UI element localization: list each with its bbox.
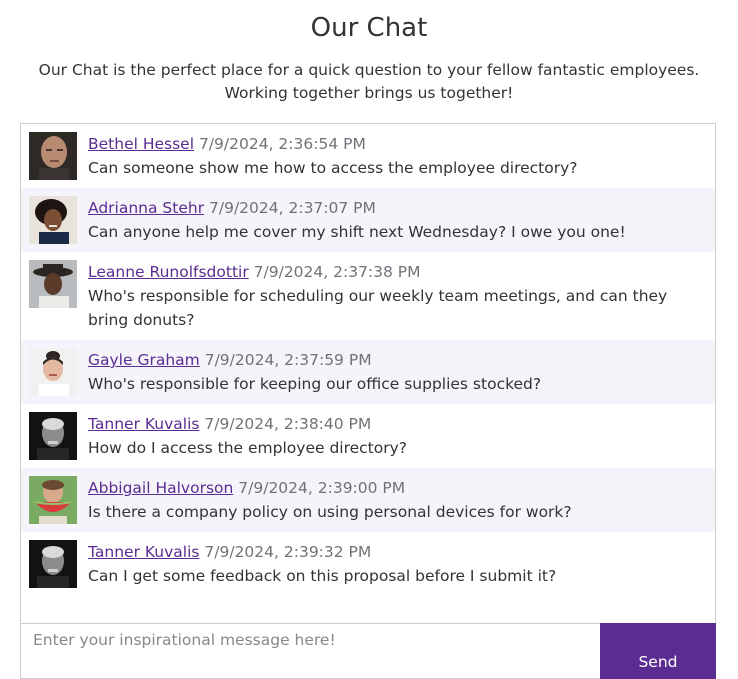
- author-link[interactable]: Tanner Kuvalis: [88, 415, 199, 433]
- author-link[interactable]: Bethel Hessel: [88, 135, 194, 153]
- chat-message: Leanne Runolfsdottir 7/9/2024, 2:37:38 P…: [21, 252, 715, 340]
- author-link[interactable]: Adrianna Stehr: [88, 199, 204, 217]
- person-photo-icon: [29, 348, 77, 396]
- message-composer: Send: [20, 623, 716, 679]
- author-link[interactable]: Gayle Graham: [88, 351, 200, 369]
- chat-message-list[interactable]: Bethel Hessel 7/9/2024, 2:36:54 PM Can s…: [20, 123, 716, 624]
- person-photo-icon: [29, 476, 77, 524]
- page-title: Our Chat: [310, 13, 428, 43]
- message-text: Can someone show me how to access the em…: [88, 159, 578, 177]
- send-button[interactable]: Send: [600, 623, 716, 679]
- message-timestamp: 7/9/2024, 2:39:32 PM: [204, 543, 372, 561]
- person-photo-icon: [29, 540, 77, 588]
- chat-message: Tanner Kuvalis 7/9/2024, 2:39:32 PM Can …: [21, 532, 715, 596]
- message-timestamp: 7/9/2024, 2:36:54 PM: [198, 135, 366, 153]
- avatar[interactable]: [29, 132, 77, 180]
- avatar[interactable]: [29, 412, 77, 460]
- author-link[interactable]: Abbigail Halvorson: [88, 479, 233, 497]
- message-input[interactable]: [20, 623, 600, 679]
- message-timestamp: 7/9/2024, 2:37:59 PM: [204, 351, 372, 369]
- message-timestamp: 7/9/2024, 2:37:38 PM: [253, 263, 421, 281]
- message-text: Can I get some feedback on this proposal…: [88, 567, 557, 585]
- avatar[interactable]: [29, 196, 77, 244]
- avatar[interactable]: [29, 476, 77, 524]
- author-link[interactable]: Tanner Kuvalis: [88, 543, 199, 561]
- chat-message: Abbigail Halvorson 7/9/2024, 2:39:00 PM …: [21, 468, 715, 532]
- message-timestamp: 7/9/2024, 2:39:00 PM: [238, 479, 406, 497]
- message-text: Is there a company policy on using perso…: [88, 503, 572, 521]
- author-link[interactable]: Leanne Runolfsdottir: [88, 263, 249, 281]
- chat-message: Bethel Hessel 7/9/2024, 2:36:54 PM Can s…: [21, 124, 715, 188]
- message-timestamp: 7/9/2024, 2:37:07 PM: [209, 199, 376, 217]
- message-timestamp: 7/9/2024, 2:38:40 PM: [204, 415, 372, 433]
- avatar[interactable]: [29, 540, 77, 588]
- avatar[interactable]: [29, 260, 77, 308]
- person-photo-icon: [29, 260, 77, 308]
- message-text: Who's responsible for keeping our office…: [88, 375, 542, 393]
- chat-message: Adrianna Stehr 7/9/2024, 2:37:07 PM Can …: [21, 188, 715, 252]
- chat-message: Tanner Kuvalis 7/9/2024, 2:38:40 PM How …: [21, 404, 715, 468]
- chat-message: Gayle Graham 7/9/2024, 2:37:59 PM Who's …: [21, 340, 715, 404]
- person-photo-icon: [29, 132, 77, 180]
- avatar[interactable]: [29, 348, 77, 396]
- message-text: How do I access the employee directory?: [88, 439, 408, 457]
- message-text: Can anyone help me cover my shift next W…: [88, 223, 626, 241]
- chat-intro: Our Chat is the perfect place for a quic…: [38, 61, 700, 102]
- person-photo-icon: [29, 196, 77, 244]
- person-photo-icon: [29, 412, 77, 460]
- message-text: Who's responsible for scheduling our wee…: [88, 287, 668, 329]
